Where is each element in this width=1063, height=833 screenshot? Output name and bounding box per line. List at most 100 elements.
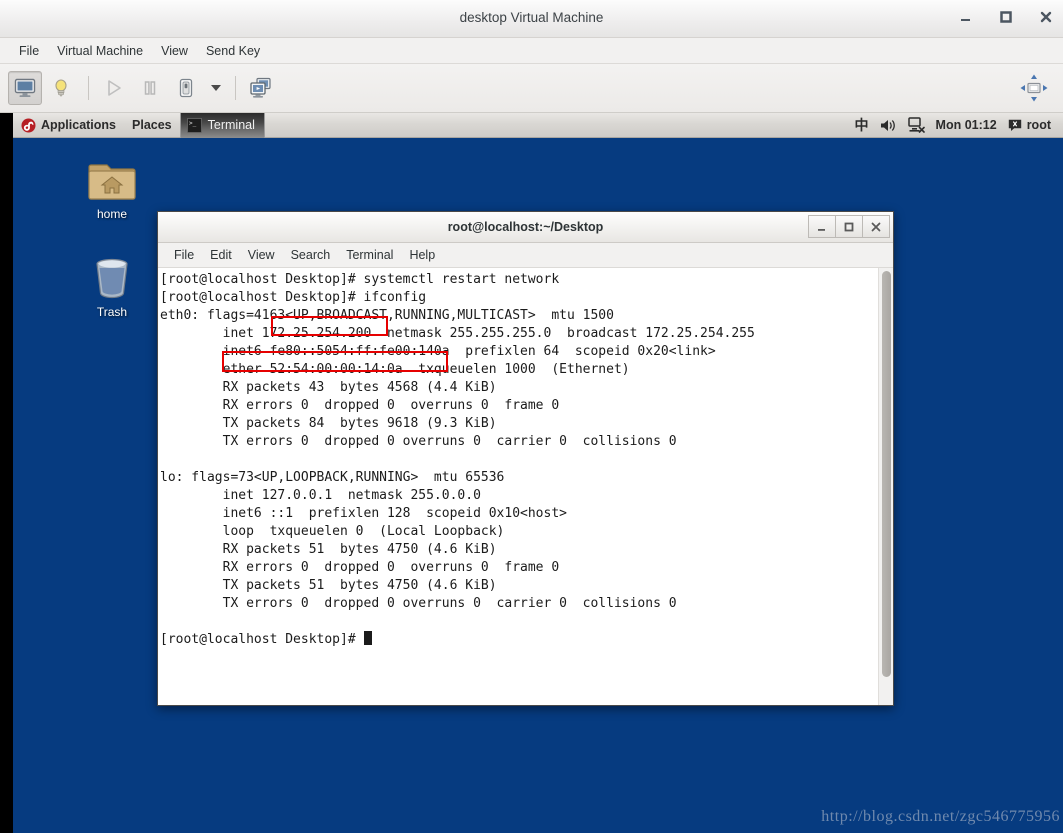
shutdown-dropdown-caret[interactable] bbox=[205, 71, 227, 105]
volume-icon[interactable] bbox=[880, 118, 897, 133]
snapshot-screens-icon bbox=[249, 77, 273, 99]
input-method-icon[interactable]: 中 bbox=[855, 115, 869, 135]
gnome-top-panel: Applications Places >_ Terminal 中 Mon 01… bbox=[13, 113, 1063, 138]
lightbulb-icon bbox=[51, 78, 71, 98]
show-console-button[interactable] bbox=[8, 71, 42, 105]
terminal-scrollbar[interactable] bbox=[878, 268, 893, 705]
panel-user-label: root bbox=[1026, 118, 1051, 132]
terminal-body[interactable]: [root@localhost Desktop]# systemctl rest… bbox=[158, 268, 893, 705]
terminal-line: RX errors 0 dropped 0 overruns 0 frame 0 bbox=[160, 398, 560, 413]
terminal-line: inet 172.25.254.200 netmask 255.255.255.… bbox=[160, 326, 755, 341]
terminal-line: TX errors 0 dropped 0 overruns 0 carrier… bbox=[160, 596, 677, 611]
terminal-menu-search[interactable]: Search bbox=[283, 246, 339, 264]
terminal-line: [root@localhost Desktop]# systemctl rest… bbox=[160, 272, 560, 287]
terminal-window-controls bbox=[808, 215, 890, 238]
snapshots-button[interactable] bbox=[244, 71, 278, 105]
terminal-line: [root@localhost Desktop]# ifconfig bbox=[160, 290, 427, 305]
applications-menu[interactable]: Applications bbox=[13, 113, 124, 138]
places-menu[interactable]: Places bbox=[124, 113, 180, 138]
guest-display[interactable]: Applications Places >_ Terminal 中 Mon 01… bbox=[0, 113, 1063, 833]
places-label: Places bbox=[132, 118, 172, 132]
shutdown-button[interactable] bbox=[169, 71, 203, 105]
resize-arrows-icon bbox=[1019, 73, 1049, 103]
pause-icon bbox=[140, 78, 160, 98]
menu-file[interactable]: File bbox=[10, 41, 48, 61]
terminal-line: loop txqueuelen 0 (Local Loopback) bbox=[160, 524, 505, 539]
terminal-line: ether 52:54:00:00:14:0a txqueuelen 1000 … bbox=[160, 362, 630, 377]
toolbar-separator-2 bbox=[235, 76, 236, 100]
svg-text:>_: >_ bbox=[189, 120, 197, 127]
terminal-maximize-icon[interactable] bbox=[835, 215, 863, 238]
terminal-line: TX errors 0 dropped 0 overruns 0 carrier… bbox=[160, 434, 677, 449]
monitor-icon bbox=[14, 78, 36, 98]
terminal-line: eth0: flags=4163<UP,BROADCAST,RUNNING,MU… bbox=[160, 308, 614, 323]
terminal-minimize-icon[interactable] bbox=[808, 215, 836, 238]
terminal-line: TX packets 51 bytes 4750 (4.6 KiB) bbox=[160, 578, 497, 593]
terminal-cursor bbox=[363, 631, 372, 645]
vm-window-controls bbox=[957, 8, 1055, 26]
terminal-close-icon[interactable] bbox=[862, 215, 890, 238]
terminal-scrollbar-thumb[interactable] bbox=[882, 271, 891, 677]
power-switch-icon bbox=[176, 77, 196, 99]
terminal-menubar: File Edit View Search Terminal Help bbox=[158, 243, 893, 268]
vm-titlebar: desktop Virtual Machine bbox=[0, 0, 1063, 38]
terminal-output[interactable]: [root@localhost Desktop]# systemctl rest… bbox=[158, 268, 878, 705]
terminal-line: RX packets 51 bytes 4750 (4.6 KiB) bbox=[160, 542, 497, 557]
terminal-title: root@localhost:~/Desktop bbox=[447, 220, 604, 234]
terminal-line: inet6 ::1 prefixlen 128 scopeid 0x10<hos… bbox=[160, 506, 567, 521]
terminal-titlebar[interactable]: root@localhost:~/Desktop bbox=[158, 212, 893, 243]
virt-manager-window: desktop Virtual Machine File Virtual Mac… bbox=[0, 0, 1063, 833]
terminal-icon: >_ bbox=[186, 117, 202, 133]
terminal-menu-help[interactable]: Help bbox=[401, 246, 443, 264]
vm-minimize-icon[interactable] bbox=[957, 8, 975, 26]
vm-maximize-icon[interactable] bbox=[997, 8, 1015, 26]
run-button[interactable] bbox=[97, 71, 131, 105]
taskbar-item-label: Terminal bbox=[207, 118, 255, 132]
watermark-text: http://blog.csdn.net/zgc546775956 bbox=[821, 808, 1060, 825]
resize-guest-button[interactable] bbox=[1017, 71, 1051, 105]
chevron-down-icon bbox=[210, 84, 222, 92]
terminal-line: inet 127.0.0.1 netmask 255.0.0.0 bbox=[160, 488, 481, 503]
desktop-icon-trash[interactable]: Trash bbox=[75, 256, 149, 319]
home-folder-icon bbox=[88, 158, 136, 202]
terminal-line: TX packets 84 bytes 9618 (9.3 KiB) bbox=[160, 416, 497, 431]
menu-send-key[interactable]: Send Key bbox=[197, 41, 269, 61]
terminal-menu-edit[interactable]: Edit bbox=[202, 246, 240, 264]
user-chat-icon bbox=[1008, 119, 1022, 132]
network-disconnected-icon[interactable] bbox=[907, 117, 925, 133]
terminal-menu-view[interactable]: View bbox=[240, 246, 283, 264]
pause-button[interactable] bbox=[133, 71, 167, 105]
panel-user-menu[interactable]: root bbox=[1008, 118, 1051, 132]
terminal-line: inet6 fe80::5054:ff:fe00:140a prefixlen … bbox=[160, 344, 716, 359]
terminal-line: RX errors 0 dropped 0 overruns 0 frame 0 bbox=[160, 560, 560, 575]
vm-menubar: File Virtual Machine View Send Key bbox=[0, 38, 1063, 64]
desktop-icon-trash-label: Trash bbox=[96, 305, 128, 319]
terminal-menu-file[interactable]: File bbox=[166, 246, 202, 264]
show-details-button[interactable] bbox=[44, 71, 78, 105]
terminal-line: RX packets 43 bytes 4568 (4.4 KiB) bbox=[160, 380, 497, 395]
desktop-icon-home[interactable]: home bbox=[75, 158, 149, 221]
panel-clock[interactable]: Mon 01:12 bbox=[936, 118, 997, 132]
panel-right-group: 中 Mon 01:12 root bbox=[855, 113, 1063, 138]
vm-window-title: desktop Virtual Machine bbox=[459, 10, 604, 25]
input-method-label: 中 bbox=[854, 117, 869, 133]
terminal-window[interactable]: root@localhost:~/Desktop File Edit View … bbox=[157, 211, 894, 706]
desktop-icon-home-label: home bbox=[96, 207, 128, 221]
panel-left-group: Applications Places >_ Terminal bbox=[13, 113, 265, 138]
terminal-line: lo: flags=73<UP,LOOPBACK,RUNNING> mtu 65… bbox=[160, 470, 505, 485]
menu-view[interactable]: View bbox=[152, 41, 197, 61]
fedora-logo-icon bbox=[21, 118, 36, 133]
taskbar-item-terminal[interactable]: >_ Terminal bbox=[179, 113, 265, 138]
terminal-menu-terminal[interactable]: Terminal bbox=[338, 246, 401, 264]
guest-desktop[interactable]: Applications Places >_ Terminal 中 Mon 01… bbox=[13, 113, 1063, 833]
trash-icon bbox=[90, 256, 134, 300]
toolbar-separator-1 bbox=[88, 76, 89, 100]
applications-label: Applications bbox=[41, 118, 117, 132]
terminal-line: [root@localhost Desktop]# bbox=[160, 631, 878, 649]
play-icon bbox=[104, 78, 124, 98]
vm-toolbar bbox=[0, 64, 1063, 113]
menu-virtual-machine[interactable]: Virtual Machine bbox=[48, 41, 152, 61]
vm-close-icon[interactable] bbox=[1037, 8, 1055, 26]
